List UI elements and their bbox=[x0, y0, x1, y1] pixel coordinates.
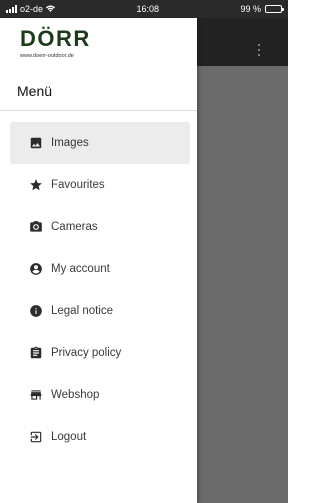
info-icon bbox=[29, 304, 43, 318]
carrier-label: o2-de bbox=[20, 4, 44, 14]
nav-item-label: Webshop bbox=[51, 389, 100, 401]
nav-item-label: Images bbox=[51, 137, 89, 149]
nav-item-legal-notice[interactable]: Legal notice bbox=[10, 290, 190, 332]
nav-item-cameras[interactable]: Cameras bbox=[10, 206, 190, 248]
nav-item-favourites[interactable]: Favourites bbox=[10, 164, 190, 206]
nav-item-label: Privacy policy bbox=[51, 347, 122, 359]
wifi-icon bbox=[46, 4, 56, 14]
battery-icon bbox=[264, 5, 284, 13]
nav-item-privacy-policy[interactable]: Privacy policy bbox=[10, 332, 190, 374]
navigation-drawer: DÖRR www.doerr-outdoor.de Menü Images Fa… bbox=[0, 0, 197, 503]
nav-item-label: Legal notice bbox=[51, 305, 114, 317]
nav-item-my-account[interactable]: My account bbox=[10, 248, 190, 290]
menu-title: Menü bbox=[17, 83, 53, 99]
image-icon bbox=[29, 136, 43, 150]
nav-item-label: Favourites bbox=[51, 179, 105, 191]
battery-label: 99 % bbox=[240, 4, 261, 14]
app-bar bbox=[197, 18, 288, 66]
clock: 16:08 bbox=[136, 4, 160, 14]
more-options-icon[interactable] bbox=[258, 44, 260, 56]
status-left: o2-de bbox=[6, 4, 56, 14]
nav-list: Images Favourites Cameras My account Leg… bbox=[0, 122, 197, 458]
logo-text: DÖRR bbox=[20, 26, 91, 51]
status-right: 99 % bbox=[240, 4, 284, 14]
status-bar: o2-de 16:08 99 % bbox=[0, 0, 288, 18]
brand-logo: DÖRR www.doerr-outdoor.de bbox=[20, 26, 91, 60]
clipboard-icon bbox=[29, 346, 43, 360]
camera-icon bbox=[29, 220, 43, 234]
account-icon bbox=[29, 262, 43, 276]
logo-url: www.doerr-outdoor.de bbox=[20, 53, 74, 59]
signal-icon bbox=[6, 5, 17, 13]
store-icon bbox=[29, 388, 43, 402]
nav-item-webshop[interactable]: Webshop bbox=[10, 374, 190, 416]
divider bbox=[0, 110, 197, 111]
nav-item-label: My account bbox=[51, 263, 110, 275]
nav-item-label: Cameras bbox=[51, 221, 98, 233]
nav-item-images[interactable]: Images bbox=[10, 122, 190, 164]
background-overlay[interactable] bbox=[197, 18, 288, 503]
logout-icon bbox=[29, 430, 43, 444]
nav-item-logout[interactable]: Logout bbox=[10, 416, 190, 458]
star-icon bbox=[29, 178, 43, 192]
nav-item-label: Logout bbox=[51, 431, 87, 443]
